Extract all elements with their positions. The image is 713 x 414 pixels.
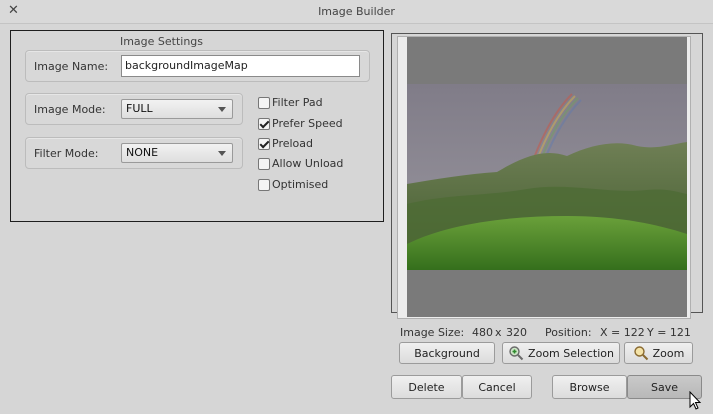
checkbox-box[interactable] xyxy=(258,157,270,170)
delete-button-label: Delete xyxy=(408,380,445,394)
browse-button[interactable]: Browse xyxy=(552,375,627,399)
image-size-height: 320 xyxy=(506,326,527,339)
optimised-checkbox[interactable]: Optimised xyxy=(258,178,328,191)
chevron-down-icon xyxy=(218,107,226,112)
checkbox-box[interactable] xyxy=(258,96,270,109)
filter-mode-value: NONE xyxy=(126,146,159,159)
window-title: Image Builder xyxy=(318,5,395,18)
background-button-label: Background xyxy=(414,346,480,360)
landscape-image xyxy=(407,84,687,270)
checkbox-box[interactable] xyxy=(258,178,270,191)
zoom-selection-button-label: Zoom Selection xyxy=(528,346,614,360)
image-size-label: Image Size: xyxy=(400,326,465,339)
image-name-input[interactable]: backgroundImageMap xyxy=(121,55,360,77)
filter-pad-checkbox[interactable]: Filter Pad xyxy=(258,96,323,109)
filter-mode-select[interactable]: NONE xyxy=(121,143,233,163)
position-label: Position: xyxy=(545,326,592,339)
filter-mode-label: Filter Mode: xyxy=(34,147,99,160)
checkbox-label: Prefer Speed xyxy=(272,117,343,130)
background-button[interactable]: Background xyxy=(399,342,495,364)
save-button-label: Save xyxy=(650,380,678,394)
zoom-button[interactable]: Zoom xyxy=(624,342,693,364)
cancel-button[interactable]: Cancel xyxy=(462,375,532,399)
delete-button[interactable]: Delete xyxy=(391,375,462,399)
chevron-down-icon xyxy=(218,151,226,156)
prefer-speed-checkbox[interactable]: Prefer Speed xyxy=(258,117,343,130)
image-mode-select[interactable]: FULL xyxy=(121,99,233,119)
zoom-button-label: Zoom xyxy=(652,346,685,360)
preview-image[interactable] xyxy=(407,84,687,270)
image-size-separator: x xyxy=(495,326,502,339)
checkbox-box[interactable] xyxy=(258,117,270,130)
checkbox-label: Allow Unload xyxy=(272,157,344,170)
checkbox-label: Preload xyxy=(272,137,313,150)
allow-unload-checkbox[interactable]: Allow Unload xyxy=(258,157,343,170)
image-size-width: 480 xyxy=(472,326,493,339)
cancel-button-label: Cancel xyxy=(478,380,516,394)
image-settings-title: Image Settings xyxy=(119,35,204,48)
title-bar: ✕ Image Builder xyxy=(0,0,713,24)
zoom-selection-icon xyxy=(508,345,524,361)
browse-button-label: Browse xyxy=(569,380,610,394)
preload-checkbox[interactable]: Preload xyxy=(258,137,313,150)
position-x: X = 122 xyxy=(600,326,645,339)
checkbox-box[interactable] xyxy=(258,137,270,150)
position-y: Y = 121 xyxy=(647,326,691,339)
checkbox-label: Optimised xyxy=(272,178,329,191)
magnifier-icon xyxy=(633,345,649,361)
image-name-label: Image Name: xyxy=(34,60,109,73)
mouse-cursor-icon xyxy=(689,390,703,411)
image-mode-value: FULL xyxy=(126,102,153,115)
zoom-selection-button[interactable]: Zoom Selection xyxy=(502,342,620,364)
image-mode-label: Image Mode: xyxy=(34,103,106,116)
checkbox-label: Filter Pad xyxy=(272,96,323,109)
